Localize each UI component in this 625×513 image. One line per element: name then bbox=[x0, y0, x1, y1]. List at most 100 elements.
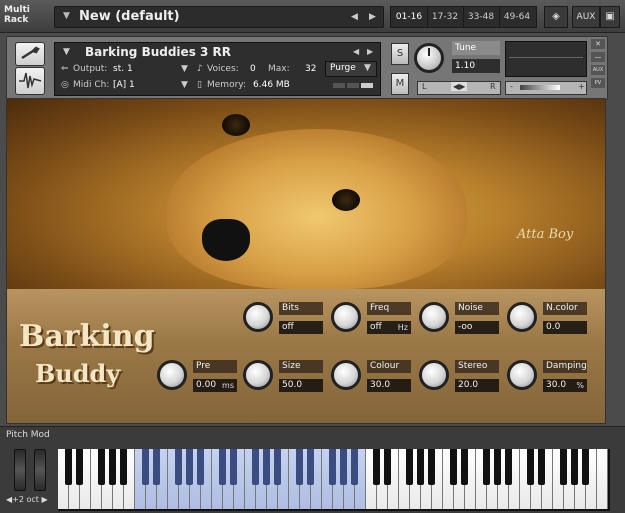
black-key[interactable] bbox=[417, 449, 424, 485]
instrument-name[interactable]: Barking Buddies 3 RR bbox=[85, 45, 231, 59]
midi-channel-value[interactable]: [A] 1 bbox=[113, 80, 135, 90]
black-key[interactable] bbox=[142, 449, 149, 485]
pre-delay-knob[interactable] bbox=[157, 360, 187, 390]
edit-instrument-button[interactable] bbox=[15, 42, 45, 66]
black-key[interactable] bbox=[186, 449, 193, 485]
output-value[interactable]: st. 1 bbox=[113, 64, 133, 74]
damping-unit: % bbox=[576, 381, 584, 390]
octave-shift-control[interactable]: ◀+2 oct ▶ bbox=[6, 495, 48, 504]
black-key[interactable] bbox=[76, 449, 83, 485]
stereo-value[interactable]: 20.0 bbox=[455, 379, 499, 392]
colour-label: Colour bbox=[367, 360, 411, 373]
aux-send-button[interactable]: AUX bbox=[591, 65, 605, 75]
black-key[interactable] bbox=[329, 449, 336, 485]
size-value[interactable]: 50.0 bbox=[279, 379, 323, 392]
tab-range-17-32[interactable]: 17-32 bbox=[427, 7, 464, 27]
solo-button[interactable]: S bbox=[391, 43, 409, 65]
black-key[interactable] bbox=[384, 449, 391, 485]
tab-range-01-16[interactable]: 01-16 bbox=[391, 7, 428, 27]
pre-delay-value[interactable]: 0.00 ms bbox=[193, 379, 237, 392]
black-key[interactable] bbox=[175, 449, 182, 485]
next-instrument-arrow-icon[interactable]: ▶ bbox=[367, 47, 373, 56]
pitch-wheel[interactable] bbox=[14, 449, 26, 491]
instrument-menu-icon[interactable]: ▼ bbox=[63, 47, 70, 57]
black-key[interactable] bbox=[296, 449, 303, 485]
black-key[interactable] bbox=[582, 449, 589, 485]
freq-value[interactable]: off Hz bbox=[367, 321, 411, 334]
black-key[interactable] bbox=[98, 449, 105, 485]
black-key[interactable] bbox=[450, 449, 457, 485]
noise-value[interactable]: -oo bbox=[455, 321, 499, 334]
size-knob[interactable] bbox=[243, 360, 273, 390]
instrument-header: ▼ Barking Buddies 3 RR ◀ ▶ ⇐ Output: st.… bbox=[6, 36, 608, 100]
output-dropdown-icon[interactable]: ▼ bbox=[181, 64, 188, 74]
save-button[interactable]: ▣ bbox=[600, 6, 620, 28]
white-key[interactable] bbox=[597, 449, 608, 509]
pan-left-label: L bbox=[422, 82, 427, 91]
mod-wheel[interactable] bbox=[34, 449, 46, 491]
output-meter-button[interactable] bbox=[15, 67, 45, 95]
black-key[interactable] bbox=[109, 449, 116, 485]
black-key[interactable] bbox=[406, 449, 413, 485]
tune-value[interactable]: 1.10 bbox=[452, 59, 500, 73]
max-voices-value[interactable]: 32 bbox=[305, 64, 316, 74]
black-key[interactable] bbox=[274, 449, 281, 485]
freq-knob[interactable] bbox=[331, 302, 361, 332]
black-key[interactable] bbox=[153, 449, 160, 485]
noise-knob[interactable] bbox=[419, 302, 449, 332]
rack-view-button[interactable]: ◈ bbox=[544, 6, 568, 28]
stereo-label: Stereo bbox=[455, 360, 499, 373]
aux-button[interactable]: AUX bbox=[572, 6, 600, 28]
pre-delay-label: Pre bbox=[193, 360, 237, 373]
tab-range-33-48[interactable]: 33-48 bbox=[463, 7, 500, 27]
black-key[interactable] bbox=[527, 449, 534, 485]
level-led-2 bbox=[347, 83, 359, 88]
black-key[interactable] bbox=[560, 449, 567, 485]
next-preset-arrow-icon[interactable]: ▶ bbox=[369, 12, 376, 22]
black-key[interactable] bbox=[571, 449, 578, 485]
black-key[interactable] bbox=[461, 449, 468, 485]
black-key[interactable] bbox=[219, 449, 226, 485]
black-key[interactable] bbox=[120, 449, 127, 485]
tune-knob[interactable] bbox=[414, 43, 444, 73]
damping-knob[interactable] bbox=[507, 360, 537, 390]
black-key[interactable] bbox=[428, 449, 435, 485]
tab-range-49-64[interactable]: 49-64 bbox=[499, 7, 535, 27]
midi-dropdown-icon[interactable]: ▼ bbox=[181, 80, 188, 90]
black-key[interactable] bbox=[505, 449, 512, 485]
black-key[interactable] bbox=[340, 449, 347, 485]
black-key[interactable] bbox=[197, 449, 204, 485]
black-key[interactable] bbox=[483, 449, 490, 485]
black-key[interactable] bbox=[252, 449, 259, 485]
colour-value[interactable]: 30.0 bbox=[367, 379, 411, 392]
preset-selector[interactable]: ▼ New (default) ◀ ▶ bbox=[54, 6, 384, 28]
black-key[interactable] bbox=[263, 449, 270, 485]
black-key[interactable] bbox=[373, 449, 380, 485]
piano-keyboard[interactable] bbox=[58, 449, 610, 511]
close-instrument-button[interactable]: ✕ bbox=[591, 39, 605, 49]
bits-knob[interactable] bbox=[243, 302, 273, 332]
preset-dropdown-icon[interactable]: ▼ bbox=[63, 11, 70, 21]
pv-button[interactable]: PV bbox=[591, 78, 605, 88]
black-key[interactable] bbox=[351, 449, 358, 485]
black-key[interactable] bbox=[494, 449, 501, 485]
stereo-knob[interactable] bbox=[419, 360, 449, 390]
dog-left-eye bbox=[222, 114, 250, 136]
black-key[interactable] bbox=[230, 449, 237, 485]
pan-slider[interactable]: L ◀▶ R bbox=[417, 81, 501, 95]
minimize-instrument-button[interactable]: — bbox=[591, 52, 605, 62]
black-key[interactable] bbox=[538, 449, 545, 485]
damping-value[interactable]: 30.0% bbox=[543, 379, 587, 392]
purge-menu[interactable]: Purge ▼ bbox=[325, 61, 377, 77]
black-key[interactable] bbox=[65, 449, 72, 485]
prev-preset-arrow-icon[interactable]: ◀ bbox=[351, 12, 358, 22]
mute-button[interactable]: M bbox=[391, 73, 409, 95]
pan-handle[interactable]: ◀▶ bbox=[451, 82, 468, 91]
colour-knob[interactable] bbox=[331, 360, 361, 390]
noise-color-knob[interactable] bbox=[507, 302, 537, 332]
bits-value[interactable]: off bbox=[279, 321, 323, 334]
black-key[interactable] bbox=[307, 449, 314, 485]
noise-color-value[interactable]: 0.0 bbox=[543, 321, 587, 334]
prev-instrument-arrow-icon[interactable]: ◀ bbox=[353, 47, 359, 56]
volume-slider[interactable]: - + bbox=[505, 81, 587, 95]
